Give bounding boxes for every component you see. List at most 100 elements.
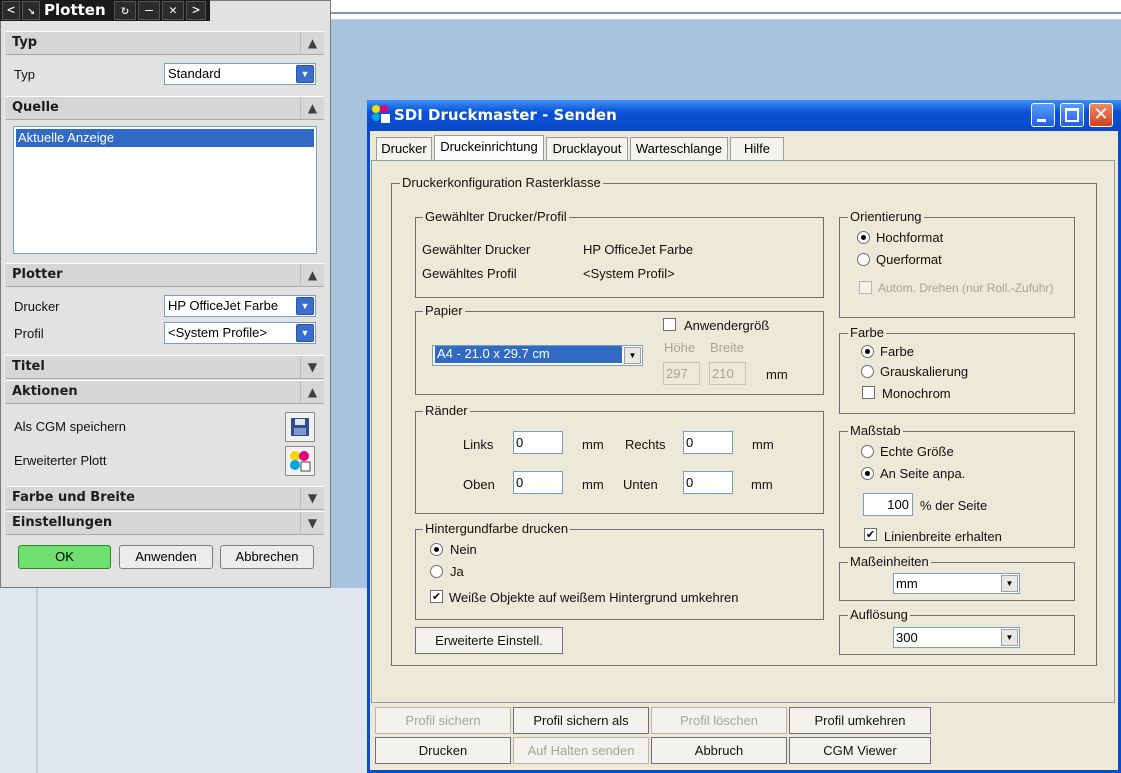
section-typ-title: Typ xyxy=(12,35,38,50)
collapse-icon[interactable]: ▲ xyxy=(300,264,324,286)
collapse-icon[interactable]: ▲ xyxy=(300,97,324,119)
dropdown-icon[interactable]: ▼ xyxy=(296,65,314,83)
tab-druckeinrichtung[interactable]: Druckeinrichtung xyxy=(434,135,544,161)
grayscale-radio[interactable] xyxy=(861,365,874,378)
tab-warteschlange[interactable]: Warteschlange xyxy=(630,137,728,160)
monochrome-checkbox[interactable] xyxy=(862,386,875,399)
cgm-viewer-button[interactable]: CGM Viewer xyxy=(789,737,931,764)
real-size-radio[interactable] xyxy=(861,445,874,458)
section-einstellungen-header[interactable]: Einstellungen ▼ xyxy=(6,511,324,535)
drucker-value: HP OfficeJet Farbe xyxy=(168,298,279,313)
invert-checkbox[interactable]: ✔ xyxy=(430,590,443,603)
move-icon[interactable]: ↘ xyxy=(22,1,40,20)
paper-size-select[interactable]: A4 - 21.0 x 29.7 cm ▼ xyxy=(432,345,643,366)
links-label: Links xyxy=(463,437,494,452)
linewidth-label: Linienbreite erhalten xyxy=(884,529,1002,544)
dialog-title: SDI Druckmaster - Senden xyxy=(394,106,617,124)
background-divider-vertical xyxy=(36,588,38,773)
section-aktionen-header[interactable]: Aktionen ▲ xyxy=(6,380,324,404)
tab-drucklayout[interactable]: Drucklayout xyxy=(546,137,628,160)
close-icon[interactable]: ✕ xyxy=(162,1,184,20)
save-profile-as-button[interactable]: Profil sichern als xyxy=(513,707,649,734)
expand-icon[interactable]: ▼ xyxy=(300,512,324,534)
floppy-disk-icon[interactable] xyxy=(285,412,315,442)
unten-input[interactable]: 0 xyxy=(683,471,733,494)
margins-group xyxy=(415,411,824,514)
custom-size-checkbox[interactable] xyxy=(663,318,676,331)
drucker-label: Drucker xyxy=(14,299,60,314)
color-radio[interactable] xyxy=(861,345,874,358)
save-profile-button[interactable]: Profil sichern xyxy=(375,707,511,734)
next-arrow-icon[interactable]: > xyxy=(186,1,206,20)
orientation-group xyxy=(839,217,1075,318)
linewidth-checkbox[interactable]: ✔ xyxy=(864,528,877,541)
send-hold-button[interactable]: Auf Halten senden xyxy=(513,737,649,764)
advanced-settings-button[interactable]: Erweiterte Einstell. xyxy=(415,627,563,654)
delete-profile-button[interactable]: Profil löschen xyxy=(651,707,787,734)
list-item[interactable]: Aktuelle Anzeige xyxy=(16,129,314,147)
section-einstellungen-title: Einstellungen xyxy=(12,515,113,530)
section-quelle-title: Quelle xyxy=(12,100,59,115)
width-label: Breite xyxy=(710,340,744,355)
app-icon xyxy=(371,104,391,124)
collapse-icon[interactable]: ▲ xyxy=(300,32,324,54)
dropdown-icon[interactable]: ▼ xyxy=(1001,575,1018,592)
bg-yes-radio[interactable] xyxy=(430,565,443,578)
section-typ-header[interactable]: Typ ▲ xyxy=(6,31,324,55)
unten-label: Unten xyxy=(623,477,658,492)
section-titel-header[interactable]: Titel ▼ xyxy=(6,355,324,379)
dropdown-icon[interactable]: ▼ xyxy=(1001,629,1018,646)
ok-button[interactable]: OK xyxy=(18,545,111,569)
orientation-group-title: Orientierung xyxy=(848,209,924,224)
prev-arrow-icon[interactable]: < xyxy=(2,1,20,20)
rechts-input[interactable]: 0 xyxy=(683,431,733,454)
landscape-radio[interactable] xyxy=(857,253,870,266)
resolution-value: 300 xyxy=(896,630,918,645)
quelle-list[interactable]: Aktuelle Anzeige xyxy=(13,126,317,254)
bg-no-radio[interactable] xyxy=(430,543,443,556)
apply-button[interactable]: Anwenden xyxy=(119,545,213,569)
dropdown-icon[interactable]: ▼ xyxy=(296,324,314,342)
maximize-icon[interactable] xyxy=(1060,103,1084,127)
reverse-profile-button[interactable]: Profil umkehren xyxy=(789,707,931,734)
expand-icon[interactable]: ▼ xyxy=(300,487,324,509)
bg-yes-label: Ja xyxy=(450,564,464,579)
abort-button[interactable]: Abbruch xyxy=(651,737,787,764)
cgm-save-label: Als CGM speichern xyxy=(14,419,126,434)
height-input[interactable]: 297 xyxy=(663,362,700,385)
profil-label: Profil xyxy=(14,326,44,341)
expand-icon[interactable]: ▼ xyxy=(300,356,324,378)
links-input[interactable]: 0 xyxy=(513,431,563,454)
monochrome-label: Monochrom xyxy=(882,386,951,401)
section-quelle-header[interactable]: Quelle ▲ xyxy=(6,96,324,120)
dropdown-icon[interactable]: ▼ xyxy=(624,347,641,364)
section-farbe-header[interactable]: Farbe und Breite ▼ xyxy=(6,486,324,510)
links-unit: mm xyxy=(582,437,604,452)
drucker-combo[interactable]: HP OfficeJet Farbe ▼ xyxy=(164,295,316,317)
width-input[interactable]: 210 xyxy=(709,362,746,385)
section-plotter-header[interactable]: Plotter ▲ xyxy=(6,263,324,287)
percent-input[interactable]: 100 xyxy=(863,493,913,516)
section-aktionen-title: Aktionen xyxy=(12,384,78,399)
tab-drucker[interactable]: Drucker xyxy=(376,137,432,160)
close-icon[interactable]: ✕ xyxy=(1089,103,1113,127)
typ-combo[interactable]: Standard ▼ xyxy=(164,63,316,85)
dropdown-icon[interactable]: ▼ xyxy=(296,297,314,315)
print-button[interactable]: Drucken xyxy=(375,737,511,764)
units-select[interactable]: mm ▼ xyxy=(893,573,1020,594)
paper-size-value: A4 - 21.0 x 29.7 cm xyxy=(435,346,622,363)
tab-hilfe[interactable]: Hilfe xyxy=(730,137,784,160)
minimize-icon[interactable] xyxy=(1031,103,1055,127)
typ-label: Typ xyxy=(14,67,35,82)
color-printer-icon[interactable] xyxy=(285,446,315,476)
portrait-radio[interactable] xyxy=(857,231,870,244)
autorotate-checkbox[interactable] xyxy=(859,281,872,294)
cancel-button[interactable]: Abbrechen xyxy=(220,545,314,569)
collapse-icon[interactable]: ▲ xyxy=(300,381,324,403)
profil-combo[interactable]: <System Profile> ▼ xyxy=(164,322,316,344)
minimize-icon[interactable]: — xyxy=(138,1,160,20)
oben-input[interactable]: 0 xyxy=(513,471,563,494)
reset-icon[interactable]: ↻ xyxy=(114,1,136,20)
resolution-select[interactable]: 300 ▼ xyxy=(893,627,1020,648)
fit-page-radio[interactable] xyxy=(861,467,874,480)
